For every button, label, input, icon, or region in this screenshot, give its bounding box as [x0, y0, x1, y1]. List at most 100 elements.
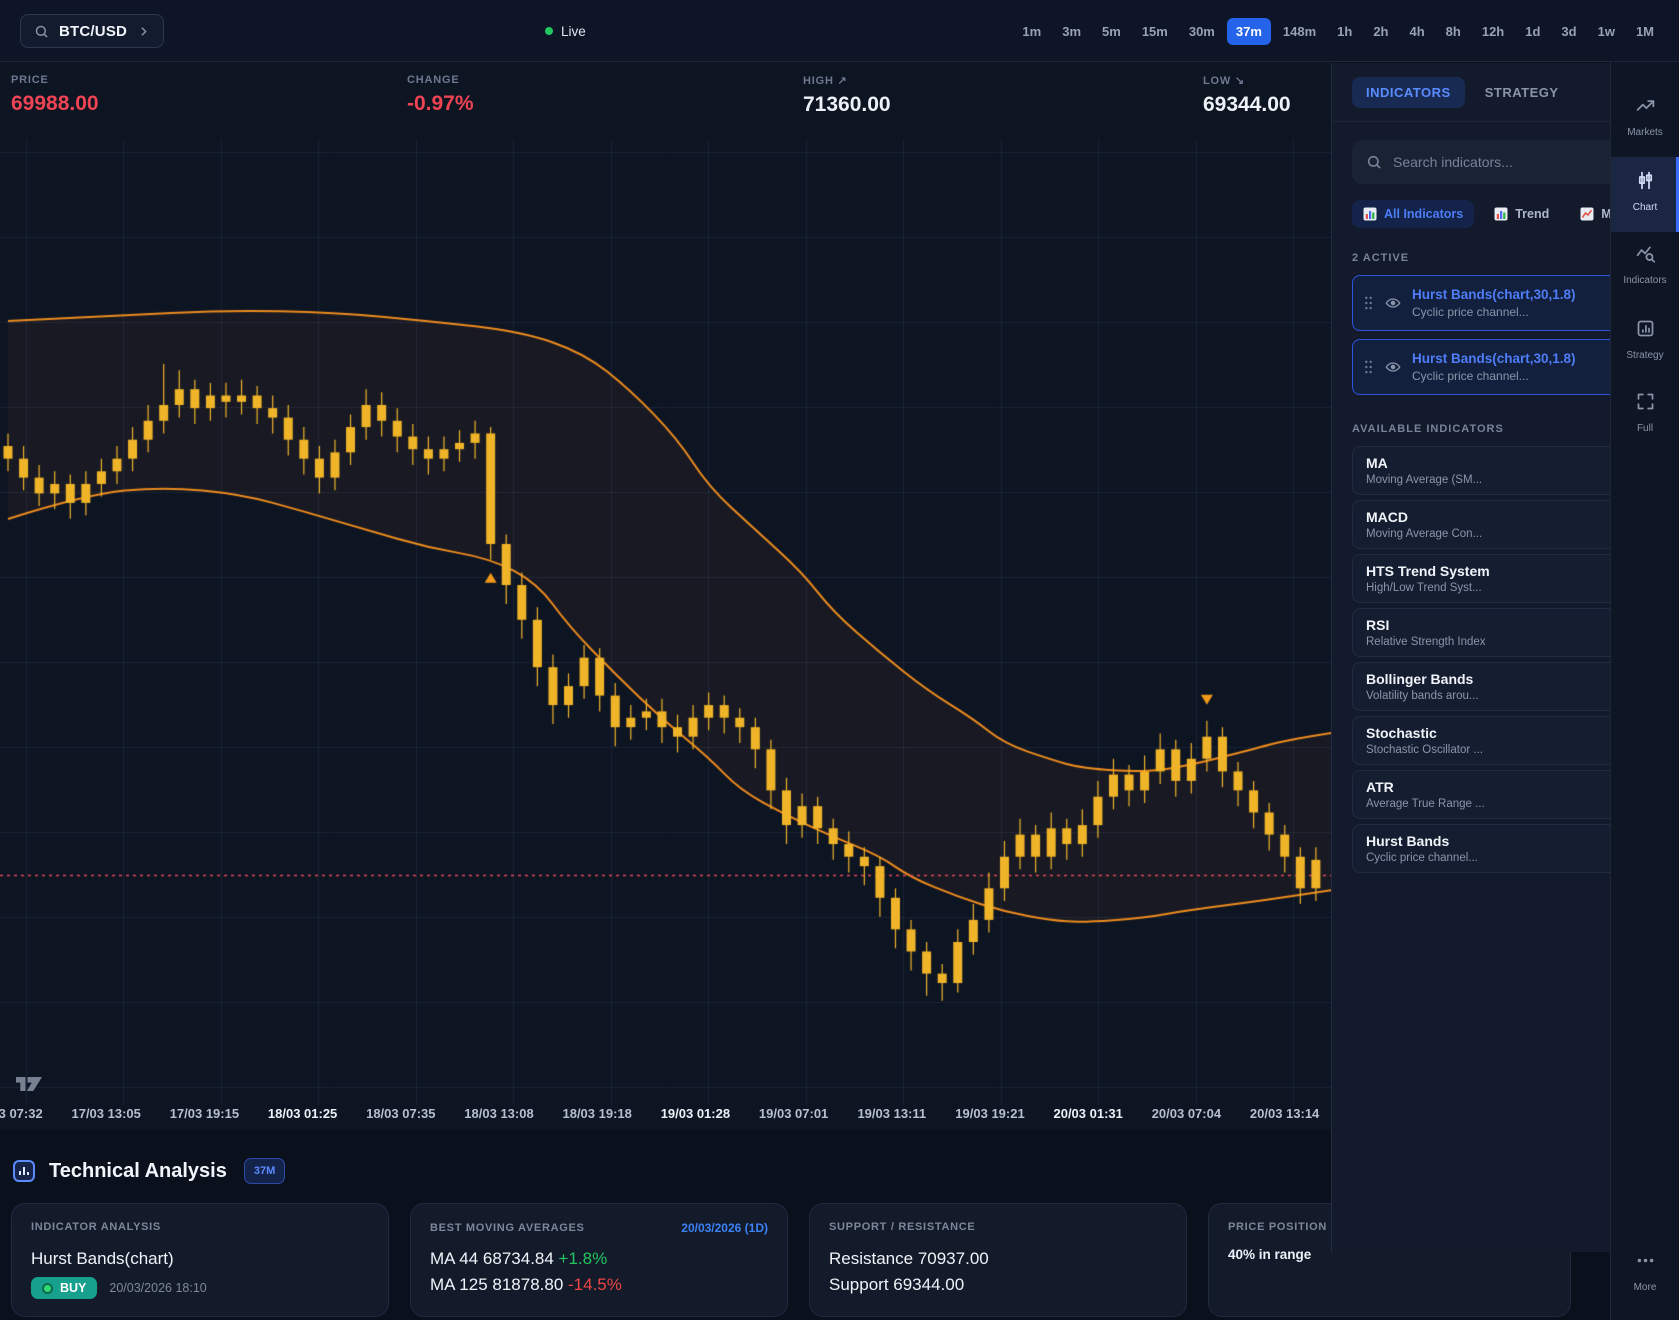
technical-analysis-header: Technical Analysis 37M [12, 1158, 285, 1184]
timeframe-30m[interactable]: 30m [1180, 18, 1224, 45]
toolbar-item-more[interactable]: More [1611, 1250, 1679, 1293]
x-axis-label: 18/03 01:25 [268, 1106, 337, 1121]
indicator-search[interactable] [1352, 140, 1628, 184]
visibility-eye-icon[interactable] [1385, 295, 1401, 311]
stat-high: HIGH ↗71360.00 [803, 74, 891, 117]
stat-value: -0.97% [407, 92, 474, 116]
timeframe-37m[interactable]: 37m [1227, 18, 1271, 45]
card-header: INDICATOR ANALYSIS [31, 1221, 369, 1233]
timeframe-1h[interactable]: 1h [1328, 18, 1361, 45]
indicator-desc: Average True Range ... [1366, 798, 1615, 810]
x-axis-label: 20/03 07:04 [1152, 1106, 1221, 1121]
filter-chip-label: All Indicators [1384, 207, 1463, 221]
indicator-desc: Moving Average (SM... [1366, 474, 1615, 486]
zigzag-search-icon [1635, 243, 1656, 264]
support-resistance-card: SUPPORT / RESISTANCE Resistance 70937.00… [809, 1203, 1187, 1317]
x-axis-label: 20/03 13:14 [1250, 1106, 1319, 1121]
live-label: Live [561, 24, 586, 39]
indicator-item-stochastic[interactable]: Stochastic Stochastic Oscillator ... [1352, 716, 1629, 765]
active-indicator-text: Hurst Bands(chart,30,1.8)Cyclic price ch… [1412, 287, 1576, 319]
indicator-name: ATR [1366, 779, 1615, 795]
x-axis-label: 18/03 19:18 [562, 1106, 631, 1121]
timeframe-4h[interactable]: 4h [1401, 18, 1434, 45]
timeframe-3d[interactable]: 3d [1552, 18, 1585, 45]
indicator-item-atr[interactable]: ATR Average True Range ... [1352, 770, 1629, 819]
stat-label: CHANGE [407, 74, 474, 86]
tradingview-logo-icon [14, 1074, 44, 1099]
active-indicator-desc: Cyclic price channel... [1412, 369, 1576, 383]
timeframe-3m[interactable]: 3m [1053, 18, 1090, 45]
signal-badge: BUY [31, 1277, 97, 1299]
indicator-item-rsi[interactable]: RSIRelative Strength Index [1352, 608, 1629, 657]
card-header: BEST MOVING AVERAGES [430, 1222, 585, 1234]
price-chart-canvas[interactable] [0, 139, 1331, 1105]
toolbar-item-label: Strategy [1611, 350, 1679, 361]
timeframe-2h[interactable]: 2h [1364, 18, 1397, 45]
indicator-desc: Stochastic Oscillator ... [1366, 744, 1615, 756]
indicator-name: Stochastic [1366, 725, 1615, 741]
indicator-item-bollinger-bands[interactable]: Bollinger BandsVolatility bands arou... [1352, 662, 1629, 711]
ma-row: MA 44 68734.84 +1.8% [430, 1246, 768, 1272]
timeframe-5m[interactable]: 5m [1093, 18, 1130, 45]
symbol-label: BTC/USD [59, 23, 127, 40]
ta-timeframe-badge[interactable]: 37M [244, 1158, 285, 1184]
x-axis-label: 18/03 13:08 [464, 1106, 533, 1121]
active-indicator-item[interactable]: Hurst Bands(chart,30,1.8)Cyclic price ch… [1352, 339, 1629, 395]
search-input[interactable] [1393, 154, 1593, 170]
indicator-item-hts-trend-system[interactable]: HTS Trend SystemHigh/Low Trend Syst... [1352, 554, 1629, 603]
toolbar-item-label: Chart [1611, 202, 1679, 213]
timeframe-1M[interactable]: 1M [1627, 18, 1663, 45]
stat-value: 71360.00 [803, 93, 891, 117]
indicator-name: Hurst Bands(chart) [31, 1249, 369, 1269]
indicator-item-ma[interactable]: MA Moving Average (SM... [1352, 446, 1629, 495]
stat-change: CHANGE -0.97% [407, 74, 474, 116]
ma-change: +1.8% [559, 1249, 608, 1268]
timeframe-1d[interactable]: 1d [1516, 18, 1549, 45]
drag-handle-icon[interactable] [1363, 359, 1374, 375]
toolbar-item-markets[interactable]: Markets [1611, 95, 1679, 138]
drag-handle-icon[interactable] [1363, 295, 1374, 311]
indicator-name: Hurst Bands [1366, 833, 1615, 849]
tab-strategy[interactable]: STRATEGY [1471, 77, 1573, 108]
active-indicator-text: Hurst Bands(chart,30,1.8)Cyclic price ch… [1412, 351, 1576, 383]
x-axis-label: 18/03 07:35 [366, 1106, 435, 1121]
toolbar-item-indicators[interactable]: Indicators [1611, 243, 1679, 286]
toolbar-item-label: Full [1611, 423, 1679, 434]
indicator-desc: Volatility bands arou... [1366, 690, 1615, 702]
stat-price: PRICE69988.00 [11, 74, 99, 116]
signal-dot-icon [42, 1283, 53, 1294]
filter-chip-trend[interactable]: Trend [1483, 200, 1560, 228]
toolbar-item-full[interactable]: Full [1611, 391, 1679, 434]
timeframe-8h[interactable]: 8h [1437, 18, 1470, 45]
fullscreen-icon [1635, 391, 1656, 412]
signal-timestamp: 20/03/2026 18:10 [109, 1281, 206, 1295]
x-axis-label: 17/03 19:15 [170, 1106, 239, 1121]
filter-chip-all-indicators[interactable]: All Indicators [1352, 200, 1474, 228]
symbol-selector[interactable]: BTC/USD [20, 14, 164, 48]
x-axis-label: 19/03 19:21 [955, 1106, 1024, 1121]
timeframe-148m[interactable]: 148m [1274, 18, 1325, 45]
toolbar-item-chart[interactable]: Chart [1611, 157, 1679, 232]
stat-label: LOW ↘ [1203, 74, 1291, 87]
live-indicator: Live [545, 0, 586, 62]
toolbar-item-label: Markets [1611, 127, 1679, 138]
x-axis-labels: 17/03 07:3217/03 13:0517/03 19:1518/03 0… [0, 1106, 1331, 1124]
sr-rows: Resistance 70937.00Support 69344.00 [829, 1246, 1167, 1298]
timeframe-1w[interactable]: 1w [1589, 18, 1624, 45]
indicator-name: MA [1366, 455, 1615, 471]
timeframe-12h[interactable]: 12h [1473, 18, 1513, 45]
stat-value: 69344.00 [1203, 93, 1291, 117]
technical-analysis-title: Technical Analysis [49, 1160, 227, 1183]
toolbar-item-label: More [1611, 1282, 1679, 1293]
toolbar-item-strategy[interactable]: Strategy [1611, 318, 1679, 361]
filter-chip-label: Trend [1515, 207, 1549, 221]
tab-indicators[interactable]: INDICATORS [1352, 77, 1465, 108]
indicator-item-macd[interactable]: MACDMoving Average Con... [1352, 500, 1629, 549]
timeframe-15m[interactable]: 15m [1133, 18, 1177, 45]
visibility-eye-icon[interactable] [1385, 359, 1401, 375]
active-indicator-item[interactable]: Hurst Bands(chart,30,1.8)Cyclic price ch… [1352, 275, 1629, 331]
indicator-item-hurst-bands[interactable]: Hurst BandsCyclic price channel... [1352, 824, 1629, 873]
ma-value: MA 44 68734.84 [430, 1249, 559, 1268]
candlestick-icon [1635, 170, 1656, 191]
timeframe-1m[interactable]: 1m [1013, 18, 1050, 45]
